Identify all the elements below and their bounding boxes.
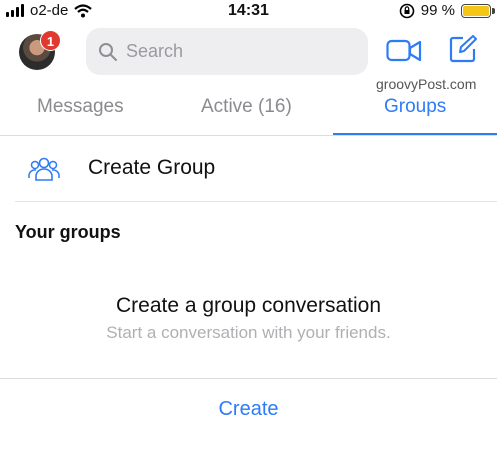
- empty-state-title: Create a group conversation: [116, 294, 381, 317]
- tab-active[interactable]: Active (16): [201, 96, 292, 118]
- empty-state-subtitle: Start a conversation with your friends.: [106, 323, 391, 342]
- search-bar[interactable]: [86, 28, 368, 75]
- search-icon: [99, 42, 117, 61]
- create-button[interactable]: Create: [0, 398, 497, 421]
- watermark-text: groovyPost.com: [376, 76, 477, 92]
- tab-groups[interactable]: Groups: [384, 96, 446, 118]
- compose-icon[interactable]: [448, 34, 478, 64]
- tab-messages[interactable]: Messages: [37, 96, 124, 118]
- group-icon: [28, 157, 60, 181]
- section-title: Your groups: [15, 222, 121, 242]
- active-tab-indicator: [333, 133, 497, 135]
- status-bar: o2-de 14:31 99 %: [0, 0, 497, 22]
- status-bar-right: 99 %: [399, 2, 495, 19]
- divider: [0, 378, 497, 379]
- search-input[interactable]: [126, 41, 346, 62]
- rotation-lock-icon: [399, 3, 415, 18]
- video-camera-icon[interactable]: [386, 38, 422, 64]
- create-group-label: Create Group: [88, 156, 216, 179]
- battery-icon: [461, 3, 495, 18]
- battery-percent: 99 %: [420, 2, 455, 19]
- tab-bar: Messages Active (16) Groups: [0, 92, 497, 136]
- notification-badge: 1: [40, 30, 61, 51]
- create-group-row[interactable]: Create Group: [0, 138, 497, 202]
- divider: [15, 201, 497, 202]
- battery-fill: [463, 5, 489, 16]
